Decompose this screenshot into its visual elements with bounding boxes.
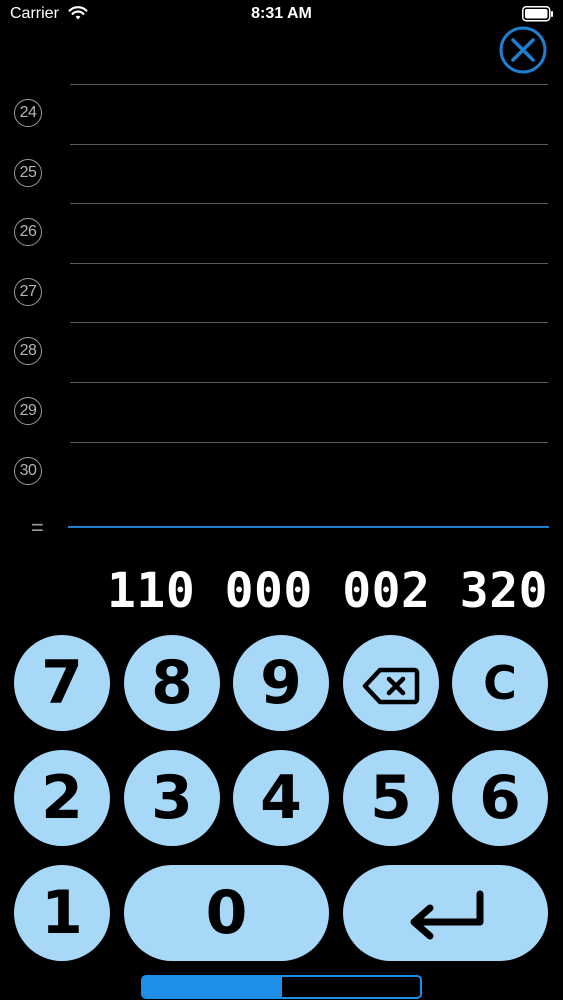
row-number-badge: 24 bbox=[14, 99, 42, 127]
equals-sign: = bbox=[31, 515, 44, 540]
list-item[interactable]: 28 bbox=[14, 322, 548, 382]
key-9[interactable]: 9 bbox=[233, 635, 329, 731]
entry-list: 24 25 26 27 28 29 30 bbox=[0, 84, 563, 501]
row-number-badge: 25 bbox=[14, 158, 42, 187]
key-8[interactable]: 8 bbox=[124, 635, 220, 731]
close-button[interactable] bbox=[499, 26, 547, 74]
row-number-badge: 28 bbox=[14, 337, 42, 366]
battery-icon bbox=[522, 6, 553, 22]
key-1[interactable]: 1 bbox=[14, 865, 110, 961]
clear-button[interactable]: C bbox=[452, 635, 548, 731]
key-5[interactable]: 5 bbox=[343, 750, 439, 846]
key-0[interactable]: 0 bbox=[124, 865, 329, 961]
key-6[interactable]: 6 bbox=[452, 750, 548, 846]
row-number-badge: 27 bbox=[14, 277, 42, 306]
status-bar: Carrier 8:31 AM bbox=[0, 0, 563, 30]
row-number-badge: 30 bbox=[14, 456, 42, 485]
backspace-button[interactable] bbox=[343, 635, 439, 731]
list-item[interactable]: 26 bbox=[14, 203, 548, 263]
close-icon bbox=[499, 26, 547, 74]
row-number-badge: 29 bbox=[14, 396, 42, 425]
status-time: 8:31 AM bbox=[251, 5, 312, 22]
key-3[interactable]: 3 bbox=[124, 750, 220, 846]
progress-fill bbox=[143, 977, 282, 997]
key-7[interactable]: 7 bbox=[14, 635, 110, 731]
backspace-icon bbox=[362, 668, 420, 705]
row-number-badge: 26 bbox=[14, 218, 42, 247]
key-2[interactable]: 2 bbox=[14, 750, 110, 846]
list-item[interactable]: 30 bbox=[14, 441, 548, 502]
key-4[interactable]: 4 bbox=[233, 750, 329, 846]
list-item[interactable]: 25 bbox=[14, 143, 548, 204]
total-divider bbox=[68, 526, 549, 528]
list-item[interactable]: 29 bbox=[14, 381, 548, 442]
enter-icon bbox=[410, 890, 483, 940]
list-item[interactable]: 27 bbox=[14, 262, 548, 323]
enter-button[interactable] bbox=[343, 865, 548, 961]
progress-bar bbox=[141, 975, 422, 999]
list-item[interactable]: 24 bbox=[14, 84, 548, 144]
total-value: 110 000 002 320 bbox=[107, 563, 548, 619]
